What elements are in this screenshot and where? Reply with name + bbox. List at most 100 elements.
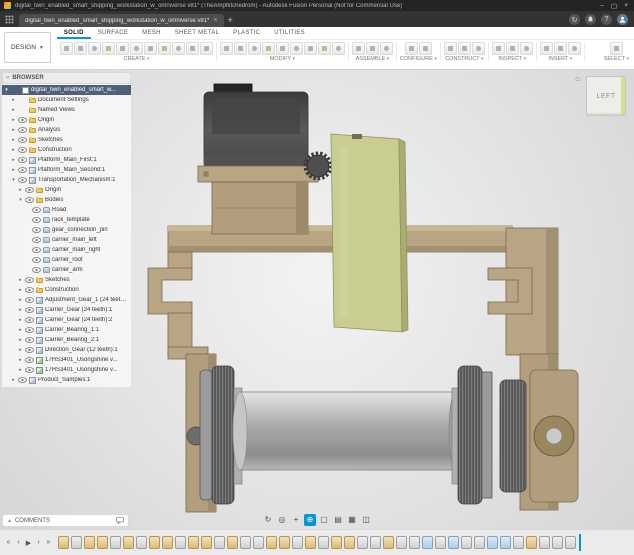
new-tab-button[interactable]: + bbox=[228, 15, 233, 25]
timeline-feature-icon[interactable] bbox=[71, 536, 82, 549]
visibility-eye-icon[interactable] bbox=[25, 307, 34, 313]
browser-item[interactable]: Road bbox=[2, 205, 131, 215]
browser-item[interactable]: ▸Origin bbox=[2, 115, 131, 125]
timeline-feature-icon[interactable] bbox=[422, 536, 433, 549]
group-dropdown-label[interactable]: SELECT bbox=[604, 56, 629, 62]
browser-item[interactable]: ▸Named Views bbox=[2, 105, 131, 115]
browser-item[interactable]: ▸Carrier_Bearing_1:1 bbox=[2, 325, 131, 335]
visibility-eye-icon[interactable] bbox=[32, 257, 41, 263]
timeline-feature-icon[interactable] bbox=[136, 536, 147, 549]
tool-icon[interactable] bbox=[304, 42, 317, 55]
timeline-feature-icon[interactable] bbox=[149, 536, 160, 549]
minimize-button[interactable]: – bbox=[600, 2, 604, 10]
notifications-icon[interactable] bbox=[585, 14, 596, 25]
job-status-icon[interactable]: ↻ bbox=[569, 14, 580, 25]
tool-icon[interactable] bbox=[220, 42, 233, 55]
timeline-feature-icon[interactable] bbox=[370, 536, 381, 549]
timeline-playhead[interactable] bbox=[579, 534, 581, 551]
rack-plate[interactable] bbox=[331, 134, 408, 332]
visibility-eye-icon[interactable] bbox=[18, 117, 27, 123]
timeline-feature-icon[interactable] bbox=[201, 536, 212, 549]
tool-icon[interactable] bbox=[540, 42, 553, 55]
tool-icon[interactable] bbox=[332, 42, 345, 55]
tool-icon[interactable] bbox=[405, 42, 418, 55]
go-to-end-button[interactable]: » bbox=[44, 539, 53, 546]
timeline-feature-icon[interactable] bbox=[97, 536, 108, 549]
browser-item[interactable]: ▸Construction bbox=[2, 145, 131, 155]
browser-item[interactable]: carrier_main_right bbox=[2, 245, 131, 255]
visibility-eye-icon[interactable] bbox=[25, 317, 34, 323]
tool-icon[interactable] bbox=[290, 42, 303, 55]
browser-item[interactable]: ▸Analysis bbox=[2, 125, 131, 135]
visibility-eye-icon[interactable] bbox=[32, 267, 41, 273]
tool-icon[interactable] bbox=[444, 42, 457, 55]
tab-utilities[interactable]: UTILITIES bbox=[267, 27, 312, 39]
browser-item[interactable]: ▸17HS3401_Usongshine v... bbox=[2, 365, 131, 375]
tool-icon[interactable] bbox=[554, 42, 567, 55]
timeline-feature-icon[interactable] bbox=[383, 536, 394, 549]
visibility-eye-icon[interactable] bbox=[18, 177, 27, 183]
timeline-feature-icon[interactable] bbox=[357, 536, 368, 549]
tab-surface[interactable]: SURFACE bbox=[91, 27, 135, 39]
tool-icon[interactable] bbox=[158, 42, 171, 55]
group-dropdown-label[interactable]: CONFIGURE bbox=[400, 56, 437, 62]
expand-arrow-icon[interactable]: ▾ bbox=[18, 197, 23, 203]
pan-icon[interactable]: + bbox=[290, 514, 302, 526]
model-canvas[interactable]: « BROWSER ▾digital_twin_enabled_smart_w.… bbox=[0, 70, 634, 529]
expand-arrow-icon[interactable]: ▸ bbox=[18, 187, 23, 193]
browser-item[interactable]: ▸Carrier_Bearing_2:1 bbox=[2, 335, 131, 345]
grid-and-snaps-icon[interactable]: ▦ bbox=[346, 514, 358, 526]
timeline-feature-icon[interactable] bbox=[461, 536, 472, 549]
browser-item[interactable]: ▸Direction_Gear (12 teeth):1 bbox=[2, 345, 131, 355]
visibility-eye-icon[interactable] bbox=[25, 357, 34, 363]
browser-item[interactable]: ▸Platform_Main_Second:1 bbox=[2, 165, 131, 175]
expand-arrow-icon[interactable]: ▸ bbox=[18, 287, 23, 293]
tool-icon[interactable] bbox=[380, 42, 393, 55]
browser-item[interactable]: ▸Sketches bbox=[2, 275, 131, 285]
tool-icon[interactable] bbox=[262, 42, 275, 55]
expand-arrow-icon[interactable]: ▸ bbox=[18, 327, 23, 333]
expand-arrow-icon[interactable]: ▾ bbox=[11, 177, 16, 183]
visibility-eye-icon[interactable] bbox=[25, 367, 34, 373]
timeline-feature-icon[interactable] bbox=[396, 536, 407, 549]
stepper-motor-right[interactable] bbox=[530, 370, 578, 502]
timeline-feature-icon[interactable] bbox=[279, 536, 290, 549]
browser-item[interactable]: carrier_main_left bbox=[2, 235, 131, 245]
browser-item[interactable]: carrier_roof bbox=[2, 255, 131, 265]
visibility-eye-icon[interactable] bbox=[25, 347, 34, 353]
expand-arrow-icon[interactable]: ▸ bbox=[11, 107, 16, 113]
tool-icon[interactable] bbox=[172, 42, 185, 55]
timeline-feature-icon[interactable] bbox=[305, 536, 316, 549]
browser-item[interactable]: ▸17HS3401_Usongshine v... bbox=[2, 355, 131, 365]
group-dropdown-label[interactable]: CREATE bbox=[123, 56, 149, 62]
visibility-eye-icon[interactable] bbox=[32, 217, 41, 223]
visibility-eye-icon[interactable] bbox=[25, 327, 34, 333]
stepper-motor-top[interactable] bbox=[198, 84, 318, 234]
timeline-feature-icon[interactable] bbox=[253, 536, 264, 549]
timeline-feature-icon[interactable] bbox=[58, 536, 69, 549]
tool-icon[interactable] bbox=[520, 42, 533, 55]
timeline-feature-icon[interactable] bbox=[474, 536, 485, 549]
tab-plastic[interactable]: PLASTIC bbox=[226, 27, 267, 39]
visibility-eye-icon[interactable] bbox=[32, 207, 41, 213]
timeline-feature-icon[interactable] bbox=[565, 536, 576, 549]
tool-icon[interactable] bbox=[234, 42, 247, 55]
timeline-feature-icon[interactable] bbox=[344, 536, 355, 549]
expand-arrow-icon[interactable]: ▸ bbox=[18, 317, 23, 323]
tool-icon[interactable] bbox=[568, 42, 581, 55]
tool-icon[interactable] bbox=[506, 42, 519, 55]
timeline-feature-icon[interactable] bbox=[123, 536, 134, 549]
tool-icon[interactable] bbox=[144, 42, 157, 55]
orbit-icon[interactable]: ↻ bbox=[262, 514, 274, 526]
step-back-button[interactable]: ‹ bbox=[14, 539, 23, 546]
group-dropdown-label[interactable]: MODIFY bbox=[270, 56, 295, 62]
go-to-start-button[interactable]: « bbox=[4, 539, 13, 546]
browser-item[interactable]: ▸Carrier_Gear (24 teeth):2 bbox=[2, 315, 131, 325]
step-forward-button[interactable]: › bbox=[34, 539, 43, 546]
browser-item[interactable]: ▸Platform_Main_First:1 bbox=[2, 155, 131, 165]
look-at-icon[interactable]: ◎ bbox=[276, 514, 288, 526]
timeline-feature-icon[interactable] bbox=[227, 536, 238, 549]
collapse-panel-icon[interactable]: « bbox=[6, 75, 9, 81]
timeline-feature-icon[interactable] bbox=[500, 536, 511, 549]
expand-arrow-icon[interactable]: ▸ bbox=[11, 117, 16, 123]
